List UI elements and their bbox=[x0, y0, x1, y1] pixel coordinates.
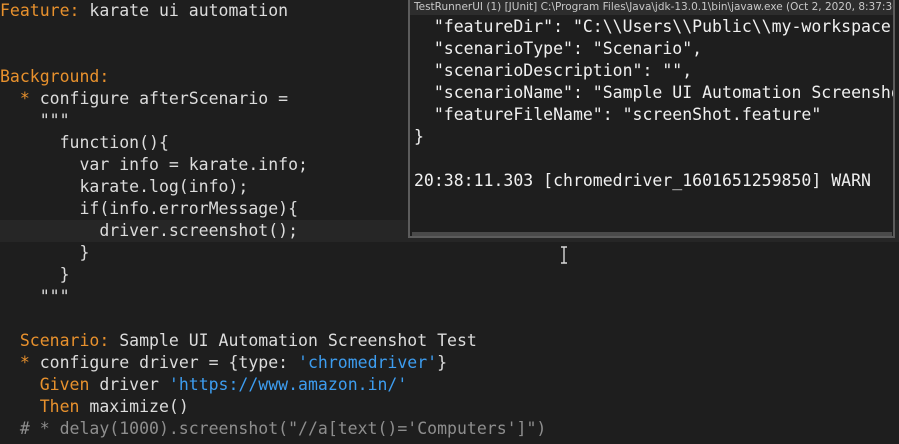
code-token: """ bbox=[0, 287, 70, 306]
code-token: configure driver = {type: bbox=[29, 353, 299, 372]
code-token: } bbox=[0, 265, 70, 284]
console-line: "featureDir": "C:\\Users\\Public\\my-wor… bbox=[414, 17, 891, 36]
code-token: karate.log(info); bbox=[0, 177, 249, 196]
console-line: "scenarioName": "Sample UI Automation Sc… bbox=[433, 83, 893, 102]
code-token: var info = karate.info; bbox=[0, 155, 308, 174]
code-token: Scenario: bbox=[0, 331, 110, 350]
console-horizontal-scrollbar[interactable] bbox=[412, 232, 892, 236]
code-token: maximize() bbox=[79, 397, 189, 416]
console-popup: TestRunnerUI (1) [JUnit] C:\Program File… bbox=[408, 0, 895, 238]
code-token: Given bbox=[0, 375, 90, 394]
code-line: } bbox=[0, 264, 899, 286]
console-line: } bbox=[414, 127, 424, 146]
code-token: 'chromedriver' bbox=[298, 353, 438, 372]
console-title: TestRunnerUI (1) [JUnit] C:\Program File… bbox=[410, 0, 893, 15]
code-token: Feature: bbox=[0, 1, 80, 20]
code-line: # * delay(1000).screenshot("//a[text()='… bbox=[0, 418, 899, 440]
code-token: Background: bbox=[0, 67, 110, 86]
code-token: } bbox=[0, 243, 90, 262]
code-line: Then maximize() bbox=[0, 396, 899, 418]
code-token: if(info.errorMessage){ bbox=[0, 199, 299, 218]
console-line: 20:38:11.303 [chromedriver_1601651259850… bbox=[414, 171, 871, 190]
i-beam-cursor-icon bbox=[561, 246, 567, 264]
code-line: * configure driver = {type: 'chromedrive… bbox=[0, 352, 899, 374]
code-token: driver.screenshot(); bbox=[0, 221, 299, 240]
code-token: """ bbox=[0, 111, 70, 130]
console-line: "scenarioDescription": "", bbox=[414, 61, 693, 80]
console-line: "featureFileName": "screenShot.feature" bbox=[414, 105, 822, 124]
code-token: driver bbox=[89, 375, 169, 394]
code-token: * bbox=[0, 89, 30, 108]
code-token: # * delay(1000).screenshot("//a[text()='… bbox=[0, 419, 547, 438]
code-token: } bbox=[437, 353, 448, 372]
code-token: configure afterScenario = bbox=[29, 89, 289, 108]
code-token: * bbox=[0, 353, 30, 372]
code-line: Scenario: Sample UI Automation Screensho… bbox=[0, 330, 899, 352]
code-line: } bbox=[0, 242, 899, 264]
code-line: """ bbox=[0, 286, 899, 308]
code-line: Given driver 'https://www.amazon.in/' bbox=[0, 374, 899, 396]
code-token: karate ui automation bbox=[79, 1, 289, 20]
code-token: 'https://www.amazon.in/' bbox=[168, 375, 408, 394]
code-token: function(){ bbox=[0, 133, 169, 152]
code-token: Sample UI Automation Screenshot Test bbox=[109, 331, 477, 350]
code-token: Then bbox=[0, 397, 80, 416]
console-line: "scenarioType": "Scenario", bbox=[414, 39, 703, 58]
